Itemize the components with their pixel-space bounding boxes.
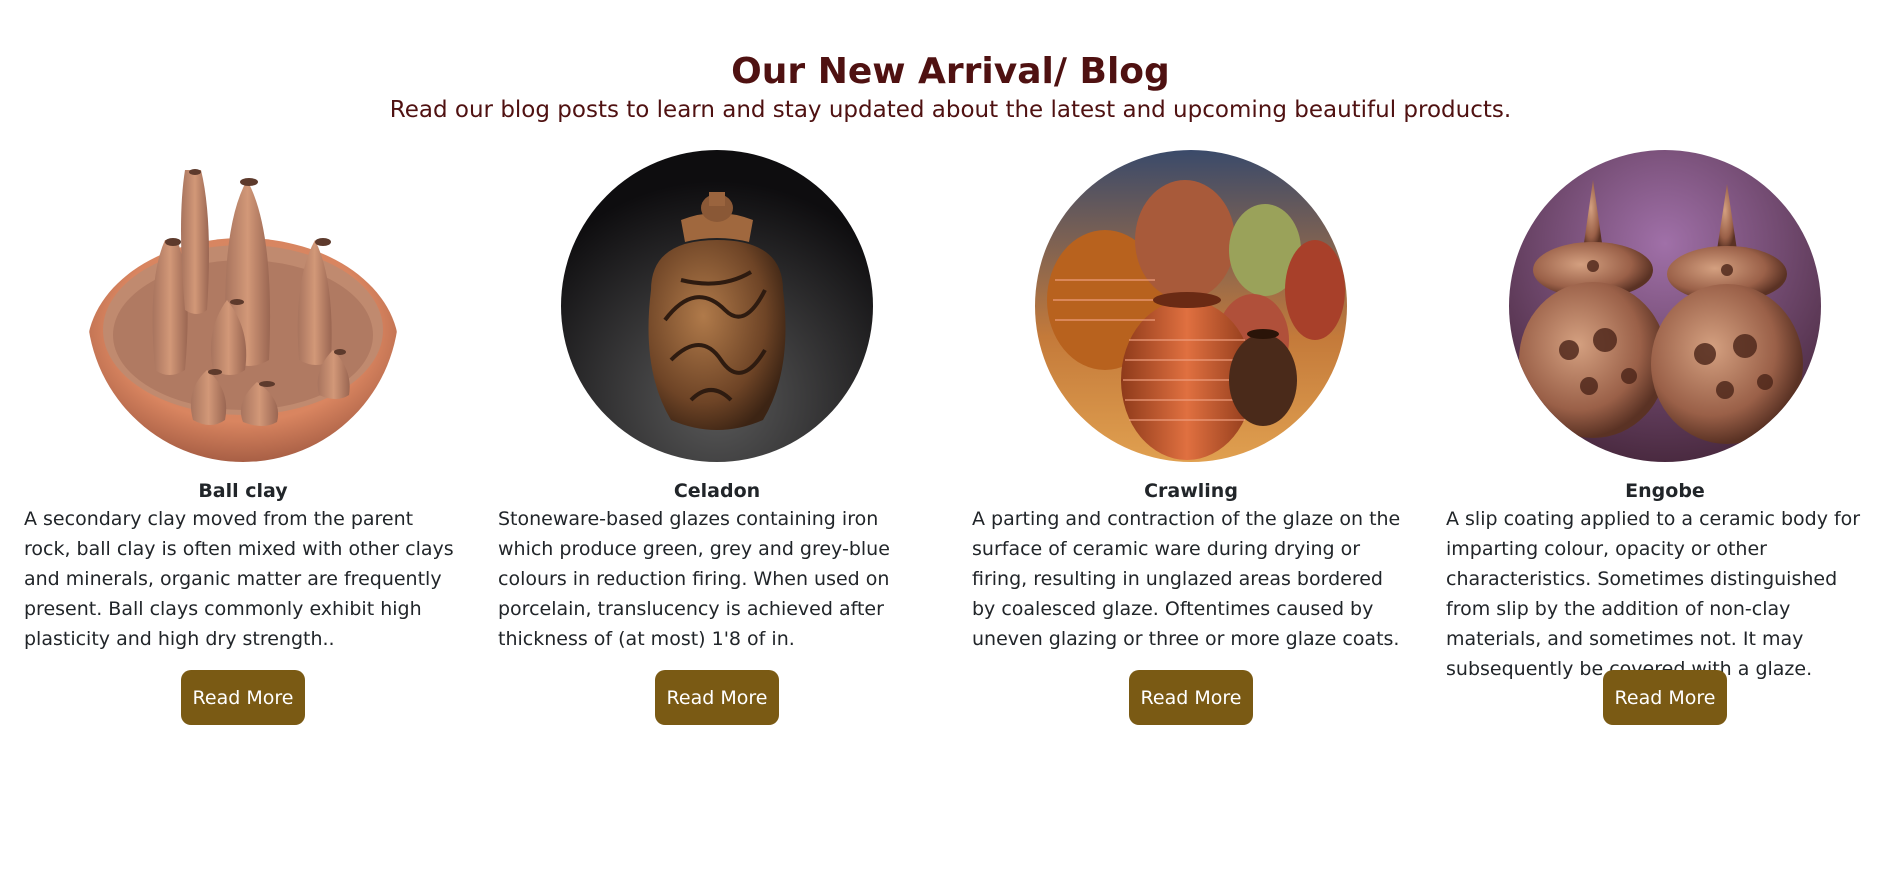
blog-card: Engobe A slip coating applied to a ceram… — [1422, 150, 1896, 725]
card-title: Engobe — [1625, 480, 1705, 502]
celadon-image — [561, 150, 873, 462]
blog-card: Ball clay A secondary clay moved from th… — [0, 150, 474, 725]
card-description: A secondary clay moved from the parent r… — [24, 508, 454, 650]
ball-clay-image — [87, 150, 399, 462]
card-title: Celadon — [673, 480, 761, 502]
engobe-image — [1509, 150, 1821, 462]
card-title: Ball clay — [198, 480, 288, 502]
read-more-button[interactable]: Read More — [1128, 670, 1254, 725]
read-more-button[interactable]: Read More — [180, 670, 306, 725]
card-description: A parting and contraction of the glaze o… — [972, 508, 1401, 650]
card-title: Crawling — [1144, 480, 1238, 502]
section-subtitle: Read our blog posts to learn and stay up… — [389, 97, 1512, 123]
card-description: A slip coating applied to a ceramic body… — [1446, 508, 1861, 680]
crawling-image — [1035, 150, 1347, 462]
read-more-button[interactable]: Read More — [654, 670, 780, 725]
section-title: Our New Arrival/ Blog — [731, 51, 1170, 92]
blog-card: Celadon Stoneware-based glazes containin… — [474, 150, 948, 725]
blog-card-list: Ball clay A secondary clay moved from th… — [0, 150, 1901, 725]
card-description: Stoneware-based glazes containing iron w… — [498, 508, 890, 650]
blog-section: Our New Arrival/ Blog Read our blog post… — [0, 0, 1901, 891]
blog-card: Crawling A parting and contraction of th… — [948, 150, 1422, 725]
read-more-button[interactable]: Read More — [1602, 670, 1728, 725]
